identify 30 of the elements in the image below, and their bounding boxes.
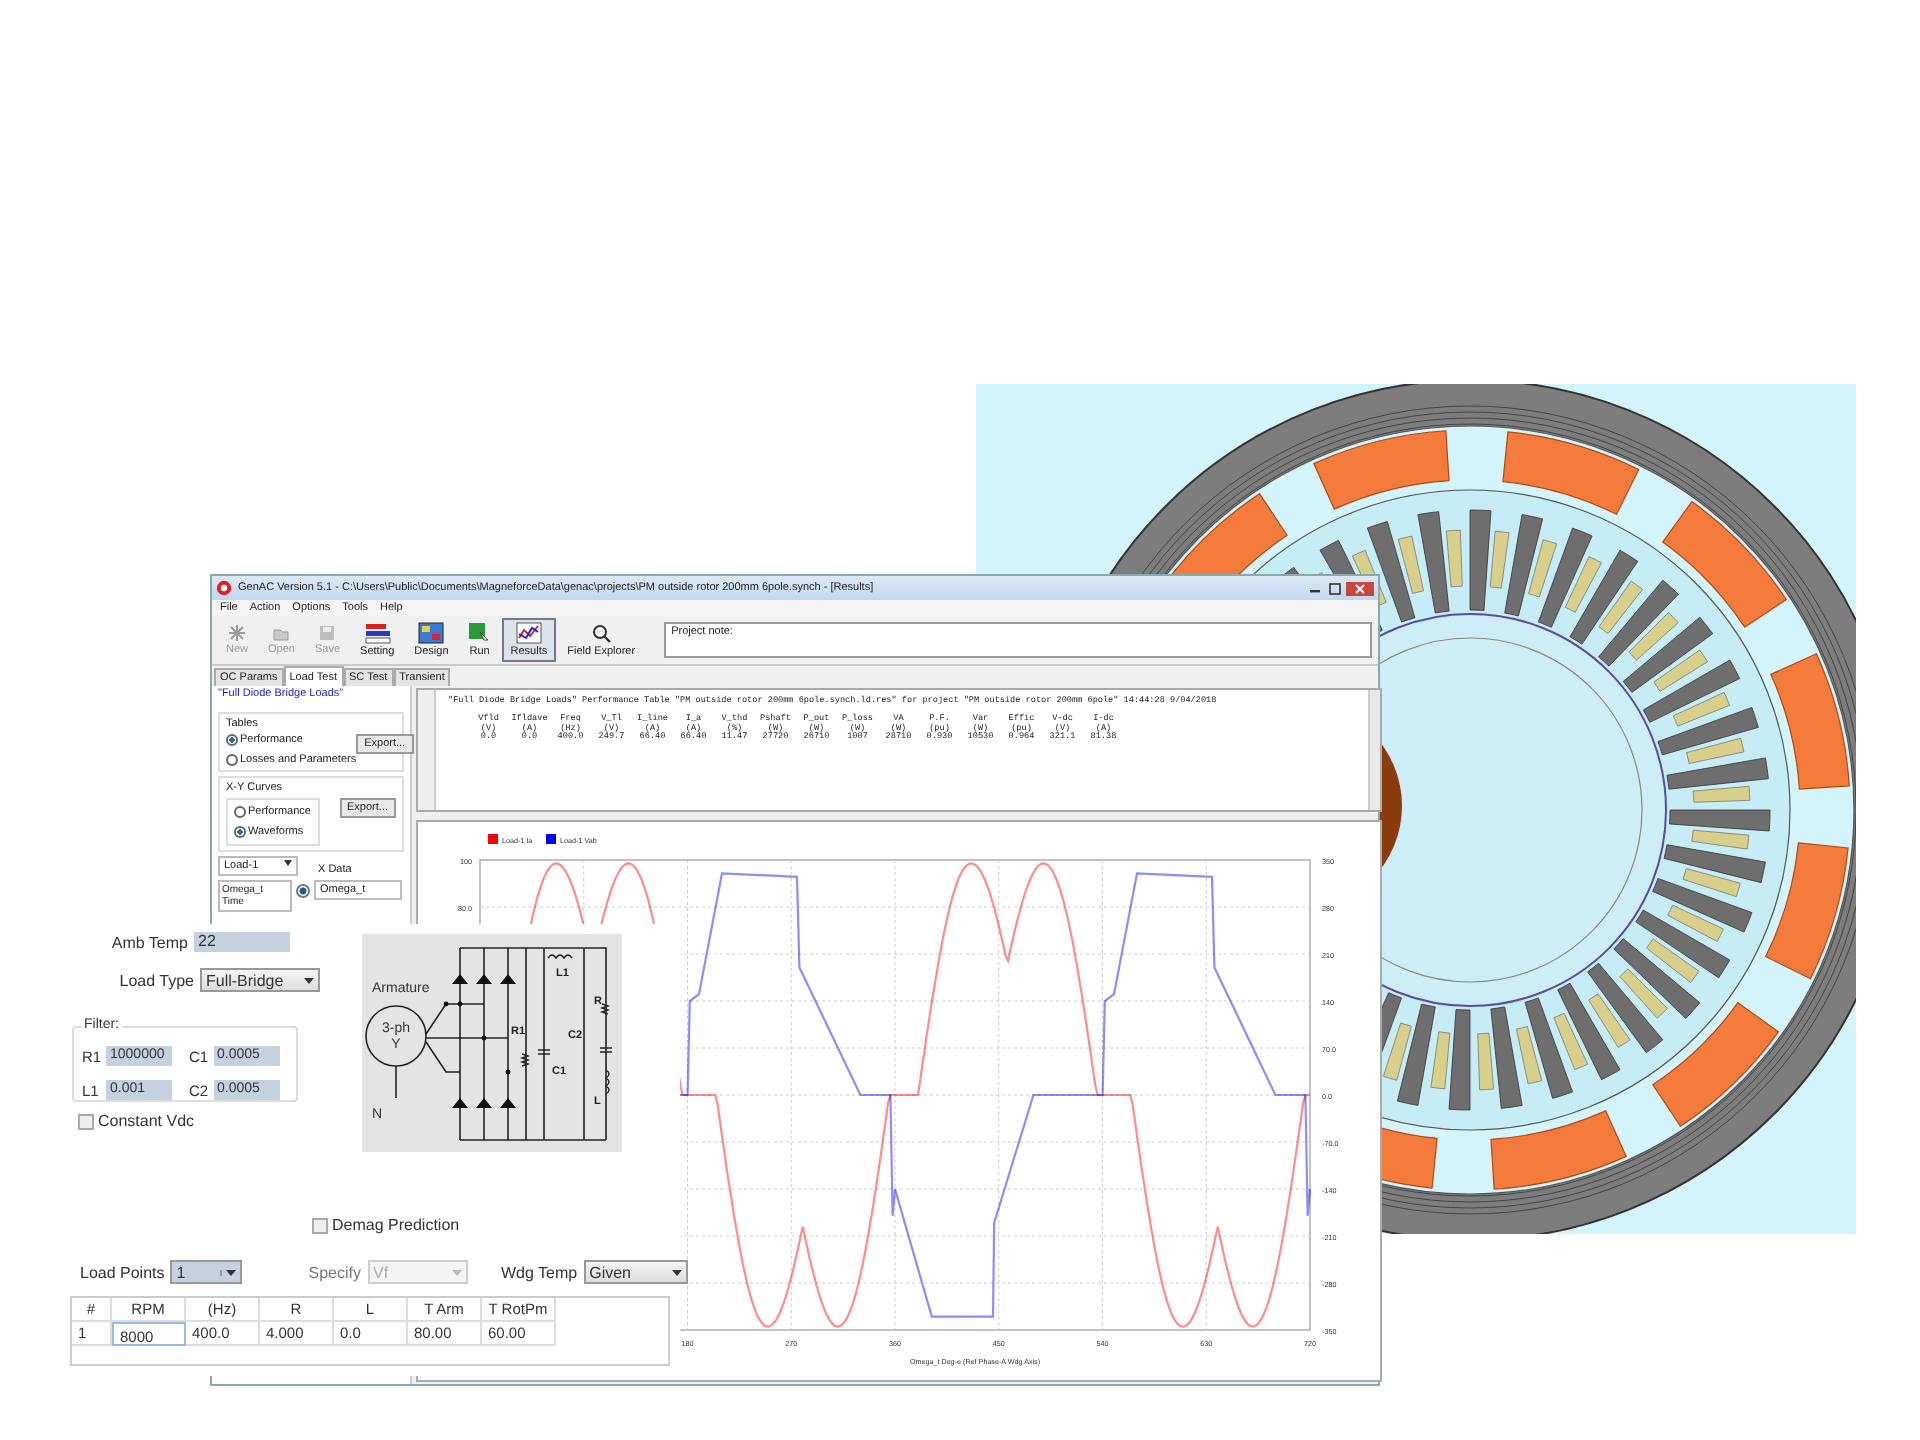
grid-icon — [418, 622, 445, 644]
star-icon — [228, 624, 246, 642]
stripes-icon — [363, 622, 392, 644]
square-icon — [468, 622, 491, 644]
field-label: Wdg Temp — [501, 1263, 578, 1281]
field-label: Amb Temp — [109, 933, 188, 951]
generator-symbol — [365, 1005, 427, 1099]
app-logo-icon — [216, 580, 232, 596]
maximize-icon[interactable] — [1326, 581, 1344, 595]
load-type-dropdown[interactable]: Full-Bridge — [200, 968, 320, 992]
close-icon[interactable] — [1346, 581, 1374, 595]
checkbox-option[interactable]: Demag Prediction — [312, 1216, 460, 1234]
field-label: Load Points — [80, 1263, 165, 1281]
field-label: Specify — [308, 1263, 361, 1281]
x-data-radio[interactable] — [296, 884, 310, 898]
amb-temp-field[interactable]: 22 — [194, 932, 290, 952]
chart-icon — [515, 622, 542, 644]
caret-icon — [220, 1269, 237, 1275]
wdg-temp-dropdown[interactable]: Given — [583, 1260, 688, 1284]
caret-icon — [304, 977, 314, 983]
search-icon — [591, 623, 612, 643]
caret-icon — [671, 1269, 682, 1275]
checkbox-option[interactable]: Constant Vdc — [78, 1112, 195, 1130]
caret-icon — [284, 860, 292, 866]
load-points-dropdown[interactable]: 1 — [170, 1260, 243, 1284]
folder-icon — [272, 624, 291, 642]
caret-icon — [451, 1269, 461, 1275]
scrollbar[interactable] — [1368, 690, 1380, 810]
field-label: Load Type — [117, 971, 194, 989]
side-scroll-strip — [418, 690, 436, 810]
